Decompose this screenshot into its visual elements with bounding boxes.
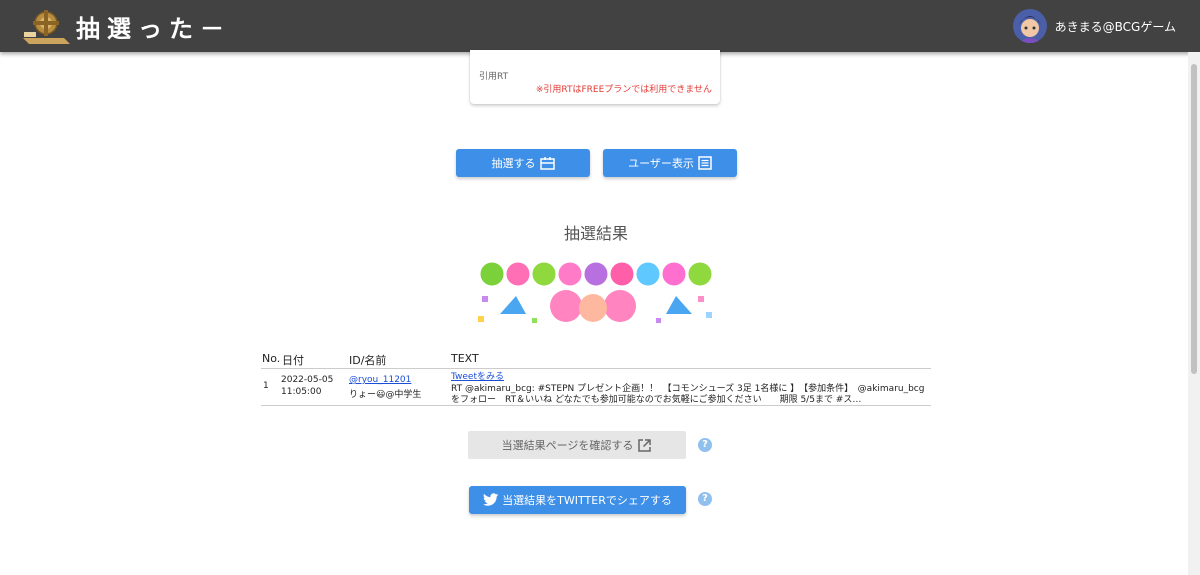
- calendar-ticket-icon: [539, 157, 555, 170]
- page-scrollbar[interactable]: [1188, 52, 1200, 575]
- confirm-results-page-label: 当選結果ページを確認する: [501, 439, 634, 452]
- confirm-results-page-button[interactable]: 当選結果ページを確認する: [468, 431, 686, 459]
- user-menu[interactable]: あきまる@BCGゲーム: [1012, 9, 1176, 43]
- draw-button[interactable]: 抽選する: [456, 149, 590, 177]
- row-time: 11:05:00: [281, 387, 322, 397]
- show-users-button[interactable]: ユーザー表示: [603, 149, 737, 177]
- show-users-button-label: ユーザー表示: [628, 157, 694, 170]
- share-twitter-button[interactable]: 当選結果をTWITTERでシェアする: [469, 486, 686, 514]
- settings-card: 引用RT ※引用RTはFREEプランでは利用できません: [470, 50, 720, 104]
- logo-icon[interactable]: [20, 8, 72, 46]
- row-date: 2022-05-05: [281, 375, 334, 385]
- help-icon[interactable]: ?: [698, 438, 712, 452]
- tweet-text-line2: をフォロー RT＆いいね どなたでも参加可能なのでお気軽にご参加ください 期限 …: [451, 395, 862, 405]
- results-table: No. 日付 ID/名前 TEXT 1 2022-05-05 11:05:00 …: [261, 350, 931, 406]
- scrollbar-thumb[interactable]: [1191, 64, 1197, 374]
- app-header: 抽選った－ あきまる@BCGゲーム: [0, 0, 1200, 52]
- user-name: あきまる@BCGゲーム: [1054, 19, 1176, 34]
- share-twitter-label: 当選結果をTWITTERでシェアする: [502, 494, 672, 507]
- result-title: 抽選結果: [563, 224, 628, 243]
- congratulations-banner: [470, 256, 722, 328]
- app-title[interactable]: 抽選った－: [76, 9, 231, 44]
- list-icon: [698, 156, 712, 170]
- col-no: No.: [262, 352, 281, 365]
- user-avatar[interactable]: [1012, 9, 1047, 43]
- quote-rt-label: 引用RT: [479, 72, 509, 82]
- table-header: No. 日付 ID/名前 TEXT: [261, 350, 931, 369]
- user-id-link[interactable]: @ryou_11201: [349, 375, 411, 385]
- row-no: 1: [263, 381, 269, 391]
- col-text: TEXT: [451, 352, 479, 365]
- quote-rt-warning: ※引用RTはFREEプランでは利用できません: [535, 85, 712, 95]
- open-in-new-icon: [638, 438, 652, 452]
- twitter-bird-icon: [483, 493, 499, 506]
- help-icon[interactable]: ?: [698, 492, 712, 506]
- col-id-name: ID/名前: [349, 354, 387, 367]
- col-date: 日付: [282, 354, 304, 367]
- user-display-name: りょー😃@中学生: [349, 390, 422, 400]
- draw-button-label: 抽選する: [491, 157, 536, 170]
- table-row: 1 2022-05-05 11:05:00 @ryou_11201 りょー😃@中…: [261, 369, 931, 406]
